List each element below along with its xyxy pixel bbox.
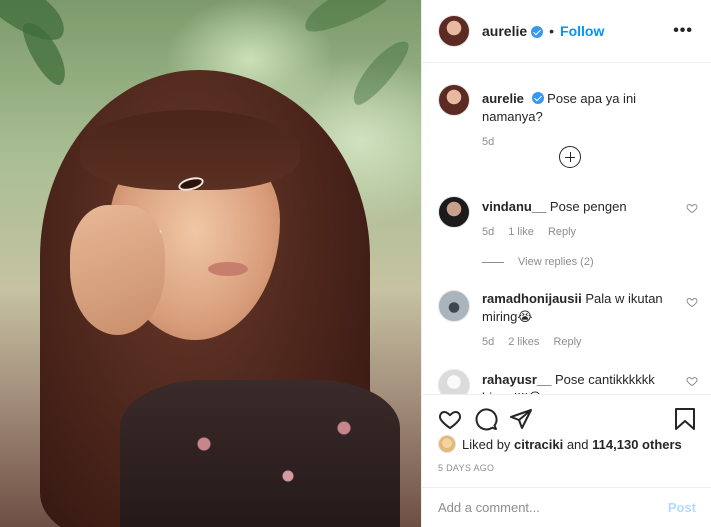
avatar[interactable] [438,84,470,116]
comment-username[interactable]: ramadhonijausii [482,291,582,306]
list-item: vindanu__ Pose pengen 5d 1 like Reply [438,196,698,238]
view-replies-button[interactable]: View replies (2) [482,256,594,268]
view-replies-label: View replies (2) [518,256,594,268]
share-send-icon[interactable] [509,407,533,431]
separator-dot: • [549,23,555,39]
avatar[interactable] [438,435,456,453]
liked-by-user[interactable]: citraciki [514,437,563,452]
list-item: rahayusr__ Pose cantikkkkkk bi......!!!!… [438,369,698,394]
post-header: aurelie • Follow ••• [422,0,711,63]
caption-username[interactable]: aurelie [482,91,524,106]
comments-list: aurelie Pose apa ya ini namanya? 5d vind… [422,64,711,394]
comment-likes[interactable]: 2 likes [508,336,539,348]
leaf-decoration [345,33,415,111]
post-timestamp[interactable]: 5 DAYS AGO [438,463,494,473]
post-photo[interactable] [0,0,421,527]
comment-text: Pose pengen [549,199,627,214]
comment-body: vindanu__ Pose pengen [482,196,698,216]
post-actions [422,394,711,434]
more-options-icon[interactable]: ••• [673,22,693,40]
like-comment-heart-icon[interactable] [686,296,698,308]
comment-body: rahayusr__ Pose cantikkkkkk bi......!!!!… [482,369,698,394]
reply-button[interactable]: Reply [548,226,576,238]
add-comment-bar: Post [422,487,711,527]
liked-by-prefix: Liked by [462,436,511,452]
comment-username[interactable]: vindanu__ [482,199,546,214]
like-heart-icon[interactable] [438,407,462,431]
like-comment-heart-icon[interactable] [686,375,698,387]
avatar[interactable] [438,290,470,322]
liked-by-and: and [566,436,589,452]
caption: aurelie Pose apa ya ini namanya? 5d [438,84,698,148]
avatar[interactable] [438,15,470,47]
replies-divider [482,261,504,263]
comment-input[interactable] [438,500,668,515]
likes-summary: Liked by citraciki and 114,130 others [438,435,682,453]
comment-time[interactable]: 5d [482,226,494,238]
verified-badge-icon [531,92,544,104]
comment-meta: 5d 1 like Reply [482,226,698,238]
header-username[interactable]: aurelie [482,23,527,39]
follow-button[interactable]: Follow [560,23,604,39]
reply-button[interactable]: Reply [553,336,581,348]
photo-lips [208,262,248,276]
comment-body: ramadhonijausii Pala w ikutan miring😭 [482,290,698,326]
verified-badge-icon [531,26,544,38]
post-comment-button[interactable]: Post [668,500,696,515]
liked-by-count[interactable]: 114,130 others [592,437,682,452]
post-sidebar: aurelie • Follow ••• aurelie Pose apa ya… [421,0,711,527]
caption-time[interactable]: 5d [482,136,494,148]
caption-meta: 5d [482,136,698,148]
caption-body: aurelie Pose apa ya ini namanya? [482,84,698,126]
avatar[interactable] [438,196,470,228]
comment-likes[interactable]: 1 like [508,226,534,238]
comment-username[interactable]: rahayusr__ [482,372,551,387]
like-comment-heart-icon[interactable] [686,202,698,214]
instagram-post: aurelie • Follow ••• aurelie Pose apa ya… [0,0,711,527]
avatar[interactable] [438,369,470,394]
leaf-decoration [298,0,402,40]
comment-meta: 5d 2 likes Reply [482,336,698,348]
save-bookmark-icon[interactable] [674,407,696,431]
photo-hand [70,205,165,335]
photo-dress [120,380,400,527]
comment-bubble-icon[interactable] [474,407,498,431]
list-item: ramadhonijausii Pala w ikutan miring😭 5d… [438,290,698,348]
load-more-comments-button[interactable] [559,146,581,168]
comment-time[interactable]: 5d [482,336,494,348]
